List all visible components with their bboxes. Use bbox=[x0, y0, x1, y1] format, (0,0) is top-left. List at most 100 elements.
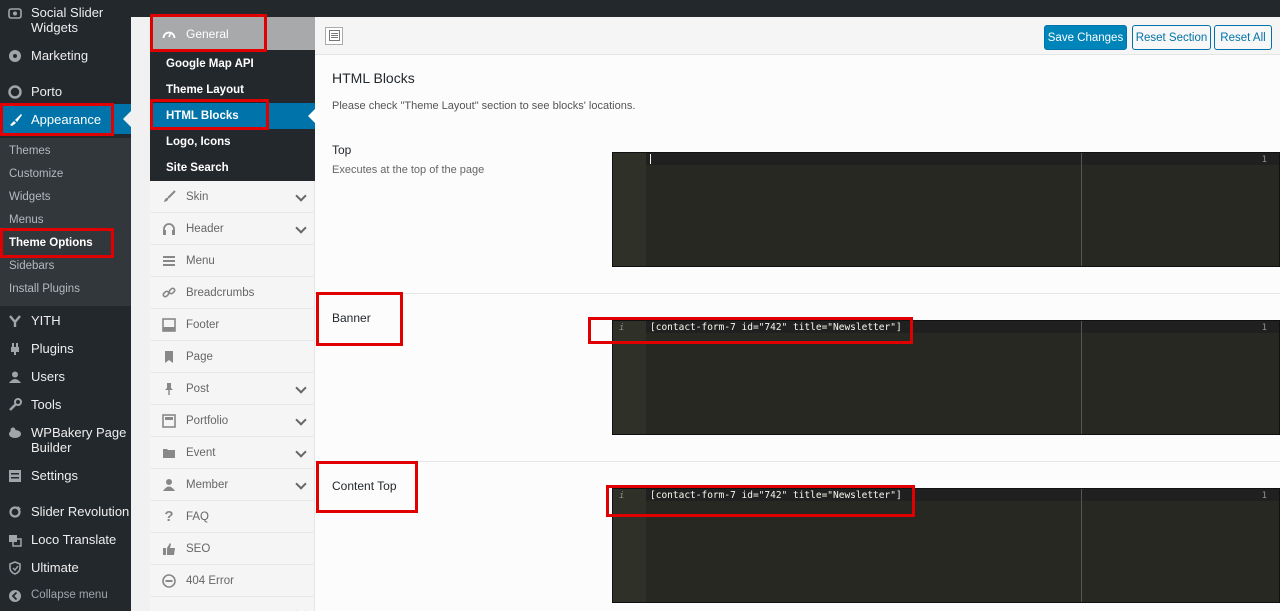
editor-code: [contact-form-7 id="742" title="Newslett… bbox=[650, 490, 902, 501]
nav-label: Breadcrumbs bbox=[186, 286, 255, 299]
shield-icon bbox=[7, 560, 23, 576]
text-cursor bbox=[650, 154, 651, 164]
headphones-icon bbox=[162, 222, 176, 236]
yith-icon bbox=[7, 313, 23, 329]
person-icon bbox=[162, 478, 176, 492]
menu-label: Social Slider Widgets bbox=[31, 5, 104, 35]
chevron-down-icon bbox=[295, 414, 307, 426]
menu-wpbakery[interactable]: WPBakery Page Builder bbox=[0, 425, 131, 455]
menu-users[interactable]: Users bbox=[0, 369, 131, 385]
nav-label: Footer bbox=[186, 318, 220, 331]
menu-label: Settings bbox=[31, 468, 78, 483]
chevron-down-icon bbox=[295, 382, 307, 394]
active-line bbox=[646, 153, 1279, 165]
brush-icon bbox=[162, 189, 176, 204]
plugin-icon bbox=[7, 341, 23, 357]
more-icon bbox=[162, 606, 176, 611]
menu-label: Porto bbox=[31, 84, 63, 99]
line-number: 1 bbox=[1261, 491, 1267, 501]
nav-logo-icons[interactable]: Logo, Icons bbox=[150, 129, 315, 155]
menu-appearance[interactable]: Appearance bbox=[0, 104, 131, 134]
dashboard-icon bbox=[162, 27, 176, 41]
save-changes-button[interactable]: Save Changes bbox=[1044, 25, 1127, 50]
submenu-sidebars[interactable]: Sidebars bbox=[9, 260, 54, 272]
submenu-install-plugins[interactable]: Install Plugins bbox=[9, 283, 80, 295]
refresh-icon bbox=[7, 504, 23, 520]
nav-faq[interactable]: ? FAQ bbox=[150, 501, 315, 533]
active-arrow bbox=[123, 111, 131, 127]
field-label-banner: Banner bbox=[332, 311, 371, 325]
menu-label: Appearance bbox=[31, 111, 102, 127]
chevron-down-icon bbox=[295, 478, 307, 490]
submenu-customize[interactable]: Customize bbox=[9, 168, 63, 180]
nav-theme-layout[interactable]: Theme Layout bbox=[150, 77, 315, 103]
chevron-down-icon bbox=[295, 606, 307, 611]
expand-options-button[interactable] bbox=[325, 27, 343, 45]
submenu-menus[interactable]: Menus bbox=[9, 214, 44, 226]
section-description: Please check "Theme Layout" section to s… bbox=[332, 100, 636, 112]
menu-ultimate[interactable]: Ultimate bbox=[0, 560, 131, 576]
field-label-top: Top bbox=[332, 143, 352, 157]
theme-options-nav: General Google Map API Theme Layout HTML… bbox=[150, 17, 315, 611]
nav-post[interactable]: Post bbox=[150, 373, 315, 405]
menu-porto[interactable]: Porto bbox=[0, 84, 131, 100]
code-editor-top[interactable]: 1 bbox=[612, 152, 1280, 267]
nav-menu[interactable]: Menu bbox=[150, 245, 315, 277]
menu-loco-translate[interactable]: Loco Translate bbox=[0, 532, 131, 548]
nav-404-error[interactable]: 404 Error bbox=[150, 565, 315, 597]
expand-icon bbox=[328, 29, 340, 44]
nav-html-blocks[interactable]: HTML Blocks bbox=[150, 103, 315, 129]
nav-site-search[interactable]: Site Search bbox=[150, 155, 315, 181]
info-icon: i bbox=[619, 323, 625, 333]
nav-skin[interactable]: Skin bbox=[150, 181, 315, 213]
paintbrush-icon bbox=[7, 111, 23, 127]
wrench-icon bbox=[7, 397, 23, 413]
nav-header[interactable]: Header bbox=[150, 213, 315, 245]
general-submenu: Google Map API Theme Layout HTML Blocks … bbox=[150, 50, 315, 181]
nav-more[interactable] bbox=[150, 597, 315, 611]
nav-event[interactable]: Event bbox=[150, 437, 315, 469]
editor-gutter bbox=[613, 321, 646, 434]
menu-slider-revolution[interactable]: Slider Revolution bbox=[0, 504, 131, 520]
admin-top-bar bbox=[131, 0, 1280, 17]
menu-settings[interactable]: Settings bbox=[0, 468, 131, 484]
nav-footer[interactable]: Footer bbox=[150, 309, 315, 341]
wpbakery-icon bbox=[7, 425, 23, 441]
submenu-widgets[interactable]: Widgets bbox=[9, 191, 51, 203]
reset-all-button[interactable]: Reset All bbox=[1214, 25, 1272, 50]
code-editor-banner[interactable]: i 1 [contact-form-7 id="742" title="News… bbox=[612, 320, 1280, 435]
menu-marketing[interactable]: Marketing bbox=[0, 48, 131, 64]
menu-yith[interactable]: YITH bbox=[0, 313, 131, 329]
portfolio-icon bbox=[162, 413, 176, 428]
reset-section-button[interactable]: Reset Section bbox=[1132, 25, 1211, 50]
menu-label: Collapse menu bbox=[31, 589, 108, 601]
nav-label: Page bbox=[186, 350, 213, 363]
menu-label: Users bbox=[31, 369, 65, 384]
nav-portfolio[interactable]: Portfolio bbox=[150, 405, 315, 437]
chevron-down-icon bbox=[295, 446, 307, 458]
menu-social-slider-widgets[interactable]: Social Slider Widgets bbox=[0, 5, 131, 35]
nav-member[interactable]: Member bbox=[150, 469, 315, 501]
menu-icon bbox=[162, 254, 176, 268]
menu-label: Ultimate bbox=[31, 560, 79, 575]
field-divider bbox=[315, 293, 1280, 294]
nav-label: Member bbox=[186, 478, 229, 491]
submenu-theme-options[interactable]: Theme Options bbox=[9, 237, 93, 249]
print-margin bbox=[1081, 489, 1082, 602]
collapse-menu-button[interactable]: Collapse menu bbox=[0, 588, 131, 604]
menu-label: YITH bbox=[31, 313, 61, 328]
code-editor-content-top[interactable]: i 1 [contact-form-7 id="742" title="News… bbox=[612, 488, 1280, 603]
nav-google-map-api[interactable]: Google Map API bbox=[150, 51, 315, 77]
editor-gutter bbox=[613, 153, 646, 266]
editor-code: [contact-form-7 id="742" title="Newslett… bbox=[650, 322, 902, 333]
thumbs-up-icon bbox=[162, 542, 176, 556]
nav-page[interactable]: Page bbox=[150, 341, 315, 373]
submenu-themes[interactable]: Themes bbox=[9, 145, 51, 157]
nav-breadcrumbs[interactable]: Breadcrumbs bbox=[150, 277, 315, 309]
menu-tools[interactable]: Tools bbox=[0, 397, 131, 413]
field-divider bbox=[315, 461, 1280, 462]
users-icon bbox=[7, 369, 23, 385]
nav-general[interactable]: General bbox=[150, 17, 315, 50]
menu-plugins[interactable]: Plugins bbox=[0, 341, 131, 357]
nav-seo[interactable]: SEO bbox=[150, 533, 315, 565]
